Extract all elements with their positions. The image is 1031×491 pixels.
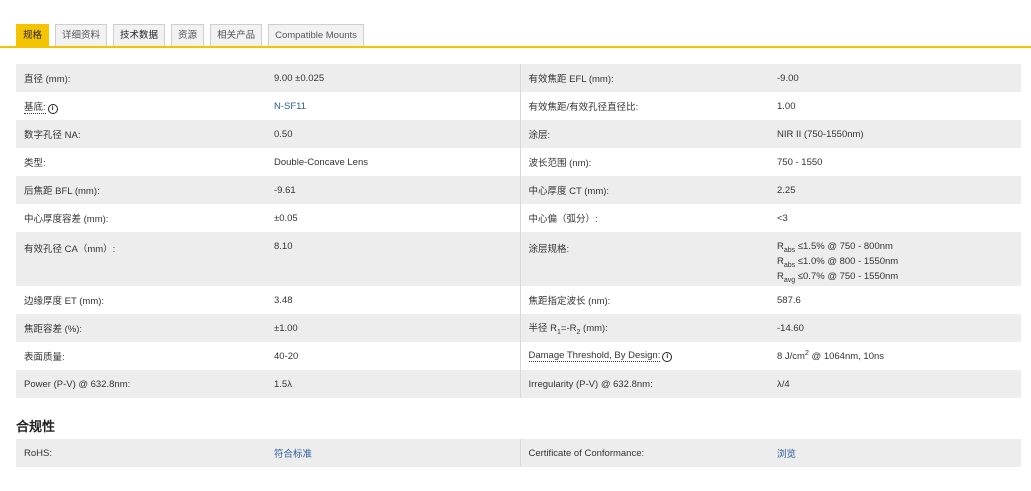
coating-spec-line: Rabs ≤1.5% @ 750 - 800nm [777, 241, 893, 254]
spec-label-damage-threshold: Damage Threshold, By Design: i [519, 342, 769, 370]
compliance-table: RoHS: 符合标准 Certificate of Conformance: 浏… [16, 439, 1021, 467]
table-row: RoHS: 符合标准 Certificate of Conformance: 浏… [16, 439, 1021, 467]
spec-label-substrate: 基底: i [16, 92, 266, 120]
spec-label: 中心偏（弧分）: [519, 204, 769, 232]
spec-value: -9.00 [769, 64, 1021, 92]
info-icon[interactable]: i [662, 352, 673, 362]
compliance-label: Certificate of Conformance: [519, 439, 769, 467]
spec-label: 中心厚度 CT (mm): [519, 176, 769, 204]
table-row: 基底: i N-SF11 有效焦距/有效孔径直径比: 1.00 [16, 92, 1021, 120]
tab-compatible-mounts[interactable]: Compatible Mounts [268, 24, 364, 46]
table-row: 中心厚度容差 (mm): ±0.05 中心偏（弧分）: <3 [16, 204, 1021, 232]
tab-details[interactable]: 详细资料 [55, 24, 108, 46]
spec-label: 涂层: [519, 120, 769, 148]
spec-label: 有效焦距/有效孔径直径比: [519, 92, 769, 120]
spec-value: 750 - 1550 [769, 148, 1021, 176]
spec-label: 涂层规格: [519, 232, 769, 286]
spec-label: 有效焦距 EFL (mm): [519, 64, 769, 92]
spec-label: 后焦距 BFL (mm): [16, 176, 266, 204]
spec-label: 表面质量: [16, 342, 266, 370]
tab-resources[interactable]: 资源 [171, 24, 205, 46]
spec-value: Double-Concave Lens [266, 148, 520, 176]
spec-label: 焦距容差 (%): [16, 314, 266, 342]
spec-value: 1.00 [769, 92, 1021, 120]
spec-value: 8.10 [266, 232, 520, 286]
spec-value: 9.00 ±0.025 [266, 64, 520, 92]
table-row: 表面质量: 40-20 Damage Threshold, By Design:… [16, 342, 1021, 370]
substrate-label[interactable]: 基底: [24, 101, 46, 114]
table-row: 直径 (mm): 9.00 ±0.025 有效焦距 EFL (mm): -9.0… [16, 64, 1021, 92]
tab-specs[interactable]: 规格 [16, 24, 50, 46]
coating-spec-line: Rabs ≤1.0% @ 800 - 1550nm [777, 255, 899, 269]
spec-value: NIR II (750-1550nm) [769, 120, 1021, 148]
certificate-view-link[interactable]: 浏览 [777, 449, 796, 460]
table-row: 后焦距 BFL (mm): -9.61 中心厚度 CT (mm): 2.25 [16, 176, 1021, 204]
spec-value: N-SF11 [266, 92, 520, 120]
spec-label: 中心厚度容差 (mm): [16, 204, 266, 232]
spec-value: 587.6 [769, 286, 1021, 314]
spec-label: 类型: [16, 148, 266, 176]
spec-label: Power (P-V) @ 632.8nm: [16, 370, 266, 398]
spec-label: 直径 (mm): [16, 64, 266, 92]
table-row: 焦距容差 (%): ±1.00 半径 R1=-R2 (mm): -14.60 [16, 314, 1021, 342]
substrate-link[interactable]: N-SF11 [274, 101, 306, 112]
table-row: 边缘厚度 ET (mm): 3.48 焦距指定波长 (nm): 587.6 [16, 286, 1021, 314]
spec-value: 0.50 [266, 120, 520, 148]
spec-label: Irregularity (P-V) @ 632.8nm: [519, 370, 769, 398]
tab-bar: 规格 详细资料 技术数据 资源 相关产品 Compatible Mounts [16, 24, 364, 46]
tab-tech-data[interactable]: 技术数据 [113, 24, 166, 46]
spec-label: 焦距指定波长 (nm): [519, 286, 769, 314]
spec-value: 3.48 [266, 286, 520, 314]
compliance-value: 浏览 [769, 439, 1021, 467]
compliance-value: 符合标准 [266, 439, 520, 467]
tab-underline [0, 46, 1031, 48]
compliance-label: RoHS: [16, 439, 266, 467]
spec-label: 边缘厚度 ET (mm): [16, 286, 266, 314]
spec-label: 有效孔径 CA（mm）: [16, 232, 266, 286]
coating-spec-values: Rabs ≤1.5% @ 750 - 800nm Rabs ≤1.0% @ 80… [769, 232, 1021, 286]
damage-threshold-value: 8 J/cm2 @ 1064nm, 10ns [769, 342, 1021, 370]
table-row: Power (P-V) @ 632.8nm: 1.5λ Irregularity… [16, 370, 1021, 398]
info-icon[interactable]: i [47, 103, 58, 114]
spec-label: 数字孔径 NA: [16, 120, 266, 148]
spec-value: -14.60 [769, 314, 1021, 342]
spec-value: 1.5λ [266, 370, 520, 398]
coating-spec-line: Ravg ≤0.7% @ 750 - 1550nm [777, 270, 899, 284]
spec-value: ±1.00 [266, 314, 520, 342]
spec-value: -9.61 [266, 176, 520, 204]
spec-value: 2.25 [769, 176, 1021, 204]
rohs-compliant-link[interactable]: 符合标准 [274, 449, 312, 460]
compliance-section-title: 合规性 [16, 419, 56, 434]
tab-related-products[interactable]: 相关产品 [210, 24, 263, 46]
spec-label: 波长范围 (nm): [519, 148, 769, 176]
table-row: 有效孔径 CA（mm）: 8.10 涂层规格: Rabs ≤1.5% @ 750… [16, 232, 1021, 286]
spec-value: ±0.05 [266, 204, 520, 232]
table-row: 数字孔径 NA: 0.50 涂层: NIR II (750-1550nm) [16, 120, 1021, 148]
damage-threshold-label[interactable]: Damage Threshold, By Design: [528, 350, 661, 362]
table-row: 类型: Double-Concave Lens 波长范围 (nm): 750 -… [16, 148, 1021, 176]
spec-value: <3 [769, 204, 1021, 232]
radius-label: 半径 R1=-R2 (mm): [519, 314, 769, 342]
spec-value: λ/4 [769, 370, 1021, 398]
spec-value: 40-20 [266, 342, 520, 370]
spec-table: 直径 (mm): 9.00 ±0.025 有效焦距 EFL (mm): -9.0… [16, 64, 1021, 398]
